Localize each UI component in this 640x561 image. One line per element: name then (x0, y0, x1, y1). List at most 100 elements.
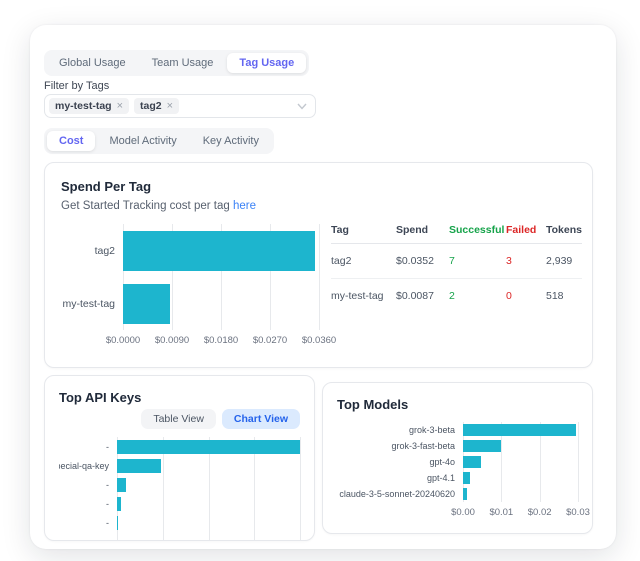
spend-per-tag-title: Spend Per Tag (61, 179, 576, 194)
chart-category-label: gpt-4.1 (337, 470, 463, 486)
spend-card-body: tag2my-test-tag $0.0000$0.0090$0.0180$0.… (61, 224, 576, 346)
chart-category-label: pecial-qa-key (59, 456, 117, 475)
bar-claude-3-5-sonnet-20240620[interactable] (463, 488, 467, 500)
tab-model-activity[interactable]: Model Activity (97, 131, 188, 151)
tag-chip: tag2 × (134, 98, 179, 114)
table-header-row: Tag Spend Successful Failed Tokens (331, 224, 582, 244)
gridline (578, 422, 579, 502)
chart-category-label: claude-3-5-sonnet-20240620 (337, 486, 463, 502)
chart-bar-row (463, 470, 578, 486)
chart-y-labels: grok-3-betagrok-3-fast-betagpt-4ogpt-4.1… (337, 422, 463, 518)
spend-per-tag-subtitle: Get Started Tracking cost per tag here (61, 200, 576, 212)
cell-successful: 2 (449, 290, 506, 302)
bar-my-test-tag[interactable] (123, 284, 170, 324)
chart-bar-row (117, 494, 300, 513)
tag-chip-label: tag2 (140, 100, 162, 112)
tab-cost[interactable]: Cost (47, 131, 95, 151)
chart-category-label: - (59, 494, 117, 513)
x-axis-tick-label: $0.00 (451, 507, 475, 518)
tab-tag-usage[interactable]: Tag Usage (227, 53, 306, 73)
tab-team-usage[interactable]: Team Usage (140, 53, 226, 73)
x-axis-tick-label: $0.01 (489, 507, 513, 518)
cell-successful: 7 (449, 255, 506, 267)
chart-category-label: grok-3-beta (337, 422, 463, 438)
get-started-link[interactable]: here (233, 200, 256, 212)
chart-bar-row (123, 277, 319, 330)
x-axis-tick-label: $0.0180 (204, 335, 238, 346)
x-axis-tick-label: $0.0090 (155, 335, 189, 346)
tag-chip: my-test-tag × (49, 98, 129, 114)
cell-spend: $0.0087 (396, 290, 449, 302)
chevron-down-icon[interactable] (297, 103, 307, 110)
chart-bar-row (117, 475, 300, 494)
chart-y-labels: tag2my-test-tag (61, 224, 123, 346)
bar--[interactable] (117, 497, 121, 511)
chart-category-label: grok-3-fast-beta (337, 438, 463, 454)
header-failed: Failed (506, 224, 546, 236)
header-tokens: Tokens (546, 224, 582, 236)
remove-tag-icon[interactable]: × (167, 101, 173, 112)
bar--[interactable] (117, 478, 126, 492)
filter-by-tags-label: Filter by Tags (44, 80, 593, 93)
tag-filter-select[interactable]: my-test-tag × tag2 × (44, 94, 316, 118)
chart-plot-area: $0.00$0.01$0.02$0.03 (463, 422, 578, 518)
cell-tag: tag2 (331, 255, 396, 267)
spend-per-tag-card: Spend Per Tag Get Started Tracking cost … (44, 162, 593, 368)
x-axis-ticks: $0.00$0.01$0.02$0.03 (463, 502, 578, 518)
view-toggle: Table View Chart View (59, 409, 300, 429)
chart-plot-area (117, 437, 300, 540)
cell-tokens: 518 (546, 290, 582, 302)
chart-view-button[interactable]: Chart View (222, 409, 300, 429)
table-row: my-test-tag $0.0087 2 0 518 (331, 279, 582, 313)
chart-bar-row (463, 422, 578, 438)
cell-tokens: 2,939 (546, 255, 582, 267)
tab-global-usage[interactable]: Global Usage (47, 53, 138, 73)
app-window: Global Usage Team Usage Tag Usage Filter… (30, 25, 616, 549)
cell-spend: $0.0352 (396, 255, 449, 267)
top-api-keys-title: Top API Keys (59, 390, 300, 405)
chart-bar-row (463, 454, 578, 470)
chart-bar-row (463, 438, 578, 454)
header-tag: Tag (331, 224, 396, 236)
chart-category-label: - (59, 475, 117, 494)
gridline (300, 437, 301, 540)
gridline (319, 224, 320, 330)
table-row: tag2 $0.0352 7 3 2,939 (331, 244, 582, 279)
table-view-button[interactable]: Table View (141, 409, 216, 429)
usage-tabbar: Global Usage Team Usage Tag Usage (44, 50, 309, 76)
bar-grok-3-fast-beta[interactable] (463, 440, 501, 452)
cell-failed: 3 (506, 255, 546, 267)
chart-bar-row (117, 456, 300, 475)
page-background: Global Usage Team Usage Tag Usage Filter… (0, 0, 640, 561)
chart-category-label: gpt-4o (337, 454, 463, 470)
x-axis-tick-label: $0.0270 (253, 335, 287, 346)
remove-tag-icon[interactable]: × (117, 101, 123, 112)
bar-gpt-4.1[interactable] (463, 472, 470, 484)
chart-category-label: - (59, 437, 117, 456)
spend-per-tag-chart: tag2my-test-tag $0.0000$0.0090$0.0180$0.… (61, 224, 319, 346)
top-api-keys-chart: -pecial-qa-key--- (59, 437, 300, 540)
bar--[interactable] (117, 440, 300, 454)
chart-plot-area: $0.0000$0.0090$0.0180$0.0270$0.0360 (123, 224, 319, 346)
top-models-title: Top Models (337, 397, 578, 412)
chart-bar-row (117, 513, 300, 532)
chart-bar-row (123, 224, 319, 277)
bar--[interactable] (117, 516, 118, 530)
cell-tag: my-test-tag (331, 290, 396, 302)
chart-category-label: my-test-tag (61, 277, 123, 330)
cell-failed: 0 (506, 290, 546, 302)
bar-grok-3-beta[interactable] (463, 424, 576, 436)
chart-category-label: tag2 (61, 224, 123, 277)
x-axis-tick-label: $0.02 (528, 507, 552, 518)
bar-tag2[interactable] (123, 231, 315, 271)
chart-y-labels: -pecial-qa-key--- (59, 437, 117, 540)
chart-bar-row (463, 486, 578, 502)
top-models-card: Top Models grok-3-betagrok-3-fast-betagp… (322, 382, 593, 534)
tab-key-activity[interactable]: Key Activity (191, 131, 271, 151)
report-tabbar: Cost Model Activity Key Activity (44, 128, 274, 154)
bar-gpt-4o[interactable] (463, 456, 481, 468)
top-api-keys-card: Top API Keys Table View Chart View -peci… (44, 375, 315, 541)
bottom-cards-row: Top API Keys Table View Chart View -peci… (44, 375, 593, 541)
bar-pecial-qa-key[interactable] (117, 459, 161, 473)
header-successful: Successful (449, 224, 506, 236)
